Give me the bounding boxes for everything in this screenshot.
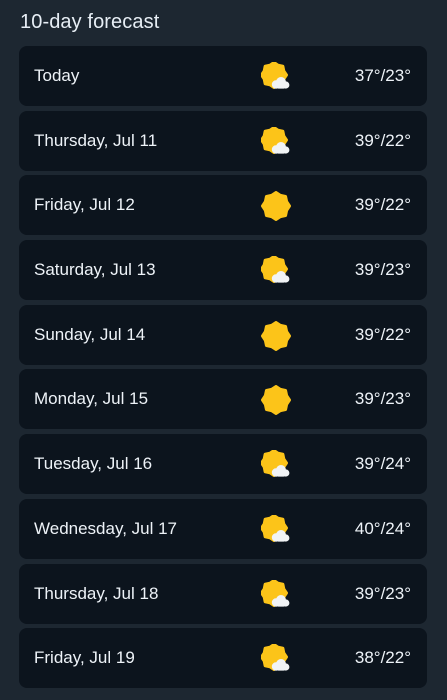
day-label: Tuesday, Jul 16 [34,454,153,474]
forecast-row-wednesday-jul-17[interactable]: Wednesday, Jul 17 40°/24° [19,498,427,559]
forecast-row-thursday-jul-11[interactable]: Thursday, Jul 11 39°/22° [19,110,427,171]
partly-cloudy-icon [260,578,291,610]
temperature-range: 37°/23° [354,66,411,85]
partly-cloudy-icon [260,255,291,286]
day-label: Today [34,66,80,85]
sunny-icon [261,191,291,222]
temperature-range: 39°/22° [354,130,411,150]
sunny-icon [261,385,291,416]
temperature-range: 38°/22° [354,648,411,668]
temperature-range: 39°/24° [354,454,411,474]
forecast-list: Today 37°/23° Thursday, Jul 11 39°/22° F… [19,46,427,693]
temperature-range: 39°/22° [354,195,411,215]
sunny-icon [261,320,291,351]
day-label: Friday, Jul 12 [34,195,135,215]
day-label: Wednesday, Jul 17 [34,518,178,538]
temperature-range: 39°/23° [354,389,411,409]
day-label: Thursday, Jul 11 [34,130,158,150]
partly-cloudy-icon [260,61,291,92]
temperature-range: 40°/24° [354,518,411,538]
partly-cloudy-icon [260,513,291,545]
temperature-range: 39°/23° [354,583,411,603]
forecast-row-tuesday-jul-16[interactable]: Tuesday, Jul 16 39°/24° [19,434,427,495]
forecast-row-thursday-jul-18[interactable]: Thursday, Jul 18 39°/23° [19,563,427,624]
forecast-row-today[interactable]: Today 37°/23° [19,46,427,106]
forecast-row-sunday-jul-14[interactable]: Sunday, Jul 14 39°/22° [19,304,427,365]
day-label: Thursday, Jul 18 [34,583,159,603]
partly-cloudy-icon [260,643,291,674]
forecast-row-saturday-jul-13[interactable]: Saturday, Jul 13 39°/23° [19,240,427,301]
forecast-row-friday-jul-19[interactable]: Friday, Jul 19 38°/22° [19,628,427,689]
day-label: Saturday, Jul 13 [34,260,156,280]
partly-cloudy-icon [260,449,291,480]
partly-cloudy-icon [260,125,291,157]
temperature-range: 39°/23° [354,260,411,280]
forecast-row-monday-jul-15[interactable]: Monday, Jul 15 39°/23° [19,369,427,430]
forecast-row-friday-jul-12[interactable]: Friday, Jul 12 39°/22° [19,175,427,236]
temperature-range: 39°/22° [354,324,411,344]
forecast-title: 10-day forecast [20,11,160,33]
day-label: Monday, Jul 15 [34,389,149,409]
day-label: Friday, Jul 19 [34,648,135,668]
day-label: Sunday, Jul 14 [34,324,146,344]
